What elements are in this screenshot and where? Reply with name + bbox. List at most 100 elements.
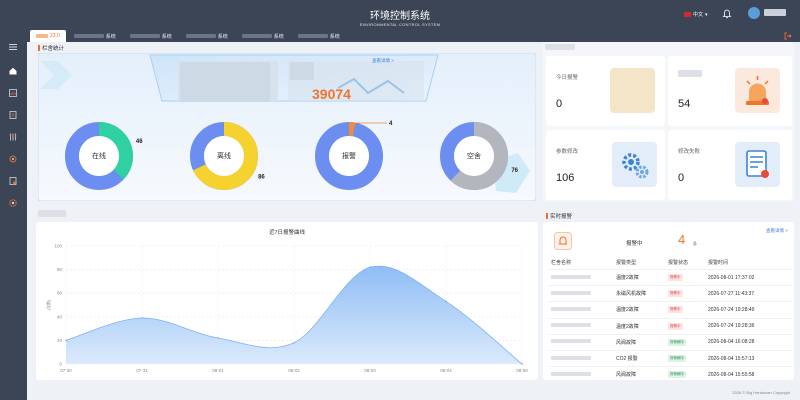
alarm-time-cell: 2026-08-01 17:37:02 [708, 274, 755, 281]
barn-name-cell [548, 355, 616, 362]
footer-copyright: 2026 © Big Herdsman Copyright [732, 390, 790, 395]
donut-label-2: 报警 [342, 151, 356, 160]
donut-label-0: 在线 [92, 151, 106, 160]
table-row[interactable]: 永磁风机故障 报警中 2026-07-27 11:43:37 [548, 286, 792, 303]
tab-system-3[interactable]: 系统 [180, 30, 234, 42]
alarm-trend-point-4 [369, 266, 371, 269]
alarm-type-cell: 温度2故障 [616, 275, 639, 282]
china-flag-icon [684, 12, 691, 17]
alarm-type-cell: 风阀故障 [616, 372, 637, 379]
banner-image-blur-1 [180, 62, 270, 102]
donut-label-3: 空舍 [467, 151, 481, 160]
summary-label-2-blur [678, 70, 702, 77]
language-label: 中文 [693, 12, 704, 18]
x-tick-label-1: 07-31 [136, 368, 148, 373]
table-row[interactable]: 温度2故障 报警中 2026-08-01 17:37:02 [548, 270, 792, 287]
table-row[interactable]: CO2 报警 报警解除 2026-08-04 15:57:13 [548, 351, 792, 368]
alarm-time-cell: 2026-08-04 15:55:58 [708, 371, 755, 378]
alarm-trend-chart: 0 20 40 60 80 100 07-30 07-31 08-01 08-02 08-03 08-… [45, 244, 528, 374]
barn-stats-title: 栏舍统计 [38, 44, 64, 52]
summary-label-param-change: 参数修改 [556, 149, 579, 155]
trend-chart-title: 近7日报警曲线 [268, 230, 306, 236]
barn-name-cell [548, 323, 616, 329]
x-tick-label-6: 08-05 [516, 368, 528, 373]
x-tick-label-3: 08-02 [288, 368, 300, 373]
sidebar [0, 42, 27, 400]
report-icon[interactable] [8, 88, 18, 98]
settings-icon[interactable] [8, 154, 18, 164]
donut-value-1: 86 [258, 174, 265, 180]
donut-label-1: 离线 [217, 151, 231, 160]
y-tick-label-5: 100 [54, 244, 62, 249]
alarm-table: 栏舍名称 报警类型 报警状态 报警时间 温度2故障 报警中 2026-08-01 1… [548, 256, 792, 384]
alarm-time-cell: 2026-08-04 15:57:13 [708, 355, 755, 362]
summary-label-change-failed: 修改失败 [678, 149, 701, 155]
menu-icon[interactable] [8, 42, 18, 52]
app-subtitle: ENVIRONMENTAL CONTROL SYSTEM [359, 22, 441, 27]
alarm-time-cell: 2026-07-24 19:28:49 [708, 306, 755, 313]
alarm-trend-point-3 [293, 341, 295, 344]
summary-value-2: 54 [678, 98, 691, 110]
barn-total: 39074 [312, 86, 351, 102]
gear-icon[interactable] [8, 198, 18, 208]
alarm-status-cell: 报警中 [668, 306, 708, 314]
alarm-time-cell: 2026-07-27 11:43:37 [708, 290, 755, 297]
x-tick-label-4: 08-03 [364, 368, 376, 373]
tab-system-4[interactable]: 系统 [236, 30, 290, 42]
alarm-trend-point-2 [217, 337, 219, 339]
summary-value-change-failed: 0 [678, 172, 685, 184]
alert-doc-icon[interactable] [8, 176, 18, 186]
sliders-icon[interactable] [8, 132, 18, 142]
banner-image-blur-2 [290, 62, 314, 80]
table-row[interactable]: 风阀故障 报警解除 2026-08-04 15:55:58 [548, 367, 792, 384]
chevron-down-icon: ▾ [705, 11, 708, 18]
y-tick-label-3: 60 [57, 291, 63, 296]
clipboard-icon[interactable] [8, 110, 18, 120]
status-badge: 报警中 [668, 274, 683, 282]
status-badge: 报警解除 [668, 355, 686, 363]
tab-system-1[interactable]: 系统 [68, 30, 122, 42]
col-alarm-status: 报警状态 [668, 260, 689, 266]
status-badge: 报警解除 [668, 338, 686, 346]
alarm-time-cell: 2026-08-04 16:08:28 [708, 339, 755, 346]
tab-current[interactable]: 23.0 [30, 30, 66, 42]
col-alarm-time: 报警时间 [708, 260, 729, 266]
realtime-view-details-link[interactable]: 查看详情 > [766, 228, 788, 234]
gears-icon [612, 142, 657, 187]
table-row[interactable]: 温度2故障 报警中 2026-07-24 19:28:49 [548, 302, 792, 319]
barn-view-details-link[interactable]: 查看详情 > [372, 58, 394, 64]
y-tick-label-2: 40 [57, 314, 63, 319]
alarm-status-label: 报警中 [626, 241, 643, 247]
status-badge: 报警解除 [668, 371, 686, 379]
logout-icon[interactable] [784, 32, 792, 40]
y-tick-label-4: 80 [57, 267, 63, 272]
realtime-alarms-title: 实时报警 [546, 212, 572, 220]
barn-name-cell [548, 306, 616, 313]
home-icon[interactable] [8, 66, 18, 76]
barn-name-cell [548, 339, 616, 345]
alarm-bell-icon [554, 232, 572, 250]
alarm-type-cell: 温度2故障 [616, 323, 639, 330]
image-placeholder-icon [610, 68, 655, 113]
status-badge: 报警中 [668, 322, 683, 330]
alarm-light-icon [735, 68, 780, 113]
alarm-status-cell: 报警解除 [668, 371, 708, 379]
alarm-time-cell: 2026-07-24 19:28:36 [708, 323, 755, 330]
barn-name-cell [548, 290, 616, 297]
table-row[interactable]: 风阀故障 报警解除 2026-08-04 16:08:28 [548, 335, 792, 351]
tab-system-2[interactable]: 系统 [124, 30, 178, 42]
table-row[interactable]: 温度2故障 报警中 2026-07-24 19:28:36 [548, 319, 792, 335]
alarm-status-cell: 报警解除 [668, 355, 708, 363]
alarm-count: 4 [678, 232, 686, 247]
alarm-type-cell: 永磁风机故障 [616, 291, 647, 298]
avatar[interactable] [748, 7, 760, 19]
language-selector[interactable]: 中文 ▾ [684, 11, 708, 18]
status-badge: 报警中 [668, 306, 683, 314]
bell-icon[interactable] [722, 9, 732, 19]
alarm-trend-point-5 [445, 300, 447, 303]
tab-system-5[interactable]: 系统 [292, 30, 346, 42]
alarm-trend-point-6 [521, 363, 523, 365]
app-title: 环境控制系统 [370, 11, 430, 22]
summary-value-param-change: 106 [556, 172, 575, 184]
username[interactable] [764, 9, 786, 16]
